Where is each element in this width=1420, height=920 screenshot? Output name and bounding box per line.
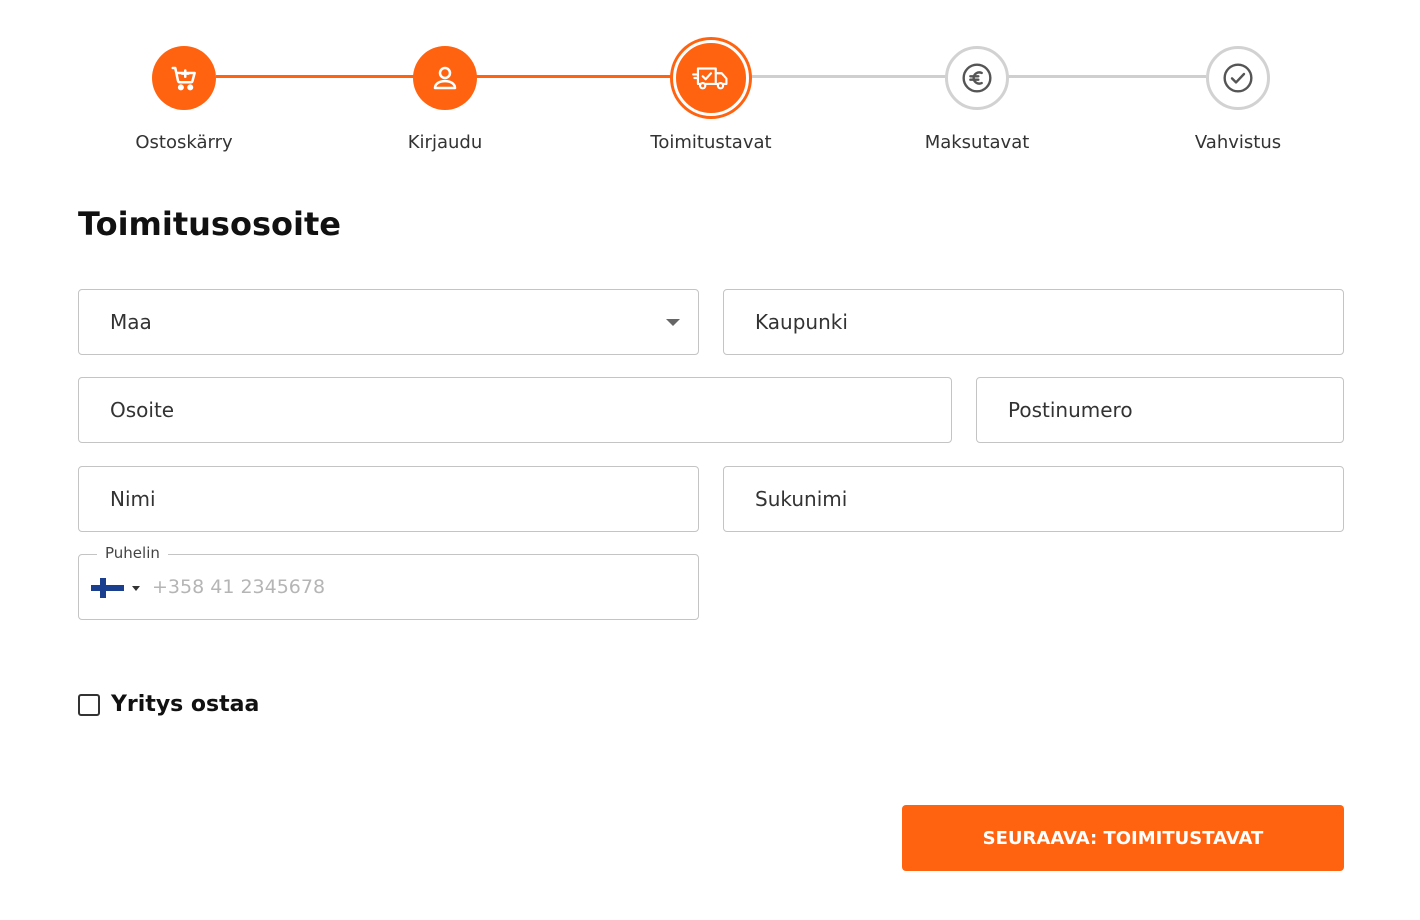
step-login[interactable]: Kirjaudu — [345, 46, 545, 153]
company-purchase-checkbox[interactable] — [78, 693, 100, 716]
euro-icon — [945, 46, 1009, 110]
last-name-field-label: Sukunimi — [755, 487, 848, 511]
step-label: Ostoskärry — [135, 132, 233, 153]
city-field[interactable]: Kaupunki — [723, 289, 1344, 355]
checkout-stepper: Ostoskärry Kirjaudu Toimitustavat Maksut… — [0, 0, 1420, 170]
phone-field: Puhelin — [78, 544, 699, 620]
first-name-field-label: Nimi — [110, 487, 156, 511]
last-name-field[interactable]: Sukunimi — [723, 466, 1344, 532]
step-payment[interactable]: Maksutavat — [877, 46, 1077, 153]
address-field[interactable]: Osoite — [78, 377, 952, 443]
step-confirmation[interactable]: Vahvistus — [1138, 46, 1338, 153]
company-purchase-row[interactable]: Yritys ostaa — [78, 692, 259, 717]
step-label: Kirjaudu — [407, 132, 483, 153]
country-select[interactable]: Maa — [78, 289, 699, 355]
cart-icon — [152, 46, 216, 110]
first-name-field[interactable]: Nimi — [78, 466, 699, 532]
step-label: Toimitustavat — [650, 132, 772, 153]
phone-input[interactable] — [152, 555, 672, 619]
step-label: Vahvistus — [1194, 132, 1282, 153]
user-icon — [413, 46, 477, 110]
step-delivery[interactable]: Toimitustavat — [611, 40, 811, 153]
step-cart[interactable]: Ostoskärry — [84, 46, 284, 153]
country-code-caret-icon[interactable] — [132, 586, 140, 591]
city-field-label: Kaupunki — [755, 310, 848, 334]
check-circle-icon — [1206, 46, 1270, 110]
chevron-down-icon — [666, 319, 680, 326]
next-delivery-button[interactable]: SEURAAVA: TOIMITUSTAVAT — [902, 805, 1344, 871]
address-field-label: Osoite — [110, 398, 175, 422]
step-label: Maksutavat — [924, 132, 1030, 153]
page-title: Toimitusosoite — [78, 205, 341, 243]
company-purchase-label[interactable]: Yritys ostaa — [111, 692, 259, 717]
postal-code-field-label: Postinumero — [1008, 398, 1133, 422]
country-select-label: Maa — [110, 310, 152, 334]
postal-code-field[interactable]: Postinumero — [976, 377, 1344, 443]
delivery-truck-icon — [673, 40, 749, 116]
finland-flag-icon[interactable] — [91, 578, 124, 598]
